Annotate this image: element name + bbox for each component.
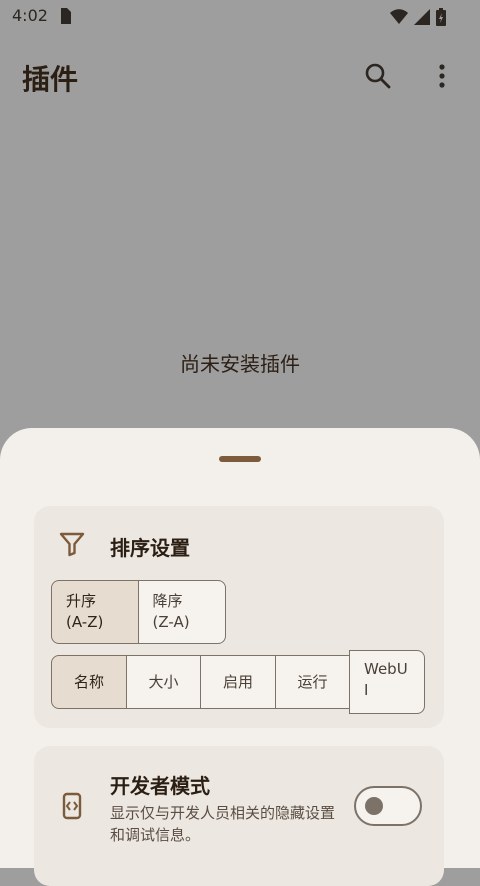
sort-ascending-button[interactable]: 升序 (A-Z) [51, 580, 139, 644]
status-bar: 4:02 [0, 0, 480, 34]
sort-by-webui-label: WebUI [364, 660, 408, 699]
sort-by-enabled-button[interactable]: 启用 [200, 655, 276, 709]
search-icon[interactable] [364, 62, 392, 90]
sort-settings-card: 排序设置 升序 (A-Z) 降序 (Z-A) 名称 大小 启用 运行 WebUI [34, 506, 444, 728]
page-title: 插件 [22, 63, 79, 96]
sort-by-name-label: 名称 [73, 672, 104, 691]
developer-mode-description: 显示仅与开发人员相关的隐藏设置和调试信息。 [110, 804, 336, 844]
sort-by-size-button[interactable]: 大小 [125, 655, 202, 709]
filter-icon [59, 532, 85, 557]
toggle-thumb [365, 797, 383, 815]
developer-mode-card: 开发者模式 显示仅与开发人员相关的隐藏设置和调试信息。 [34, 746, 444, 886]
sort-descending-label: 降序 (Z-A) [152, 592, 190, 631]
sort-field-group: 名称 大小 启用 运行 WebUI [51, 650, 425, 714]
sort-by-running-button[interactable]: 运行 [274, 655, 351, 709]
status-icons [390, 8, 446, 26]
sort-by-size-label: 大小 [148, 672, 179, 691]
sort-by-running-label: 运行 [297, 672, 328, 691]
sim-card-icon [61, 8, 71, 24]
sort-settings-title: 排序设置 [110, 536, 190, 560]
sort-order-group: 升序 (A-Z) 降序 (Z-A) [51, 580, 226, 644]
sort-by-webui-button[interactable]: WebUI [349, 650, 425, 714]
sort-ascending-label: 升序 (A-Z) [66, 592, 104, 631]
sort-by-enabled-label: 启用 [222, 672, 253, 691]
developer-mode-title: 开发者模式 [110, 774, 210, 798]
empty-state-message: 尚未安装插件 [180, 352, 300, 376]
developer-mode-icon [62, 792, 82, 820]
app-bar: 插件 [0, 34, 480, 118]
sort-descending-button[interactable]: 降序 (Z-A) [137, 580, 226, 644]
drag-handle[interactable] [219, 456, 261, 462]
developer-mode-toggle[interactable] [354, 786, 422, 826]
more-vert-icon[interactable] [432, 62, 452, 90]
battery-icon [436, 8, 446, 26]
bottom-sheet: 排序设置 升序 (A-Z) 降序 (Z-A) 名称 大小 启用 运行 WebUI… [0, 428, 480, 886]
sort-by-name-button[interactable]: 名称 [51, 655, 127, 709]
signal-icon [414, 9, 430, 25]
wifi-icon [390, 9, 408, 24]
status-time: 4:02 [12, 6, 48, 25]
